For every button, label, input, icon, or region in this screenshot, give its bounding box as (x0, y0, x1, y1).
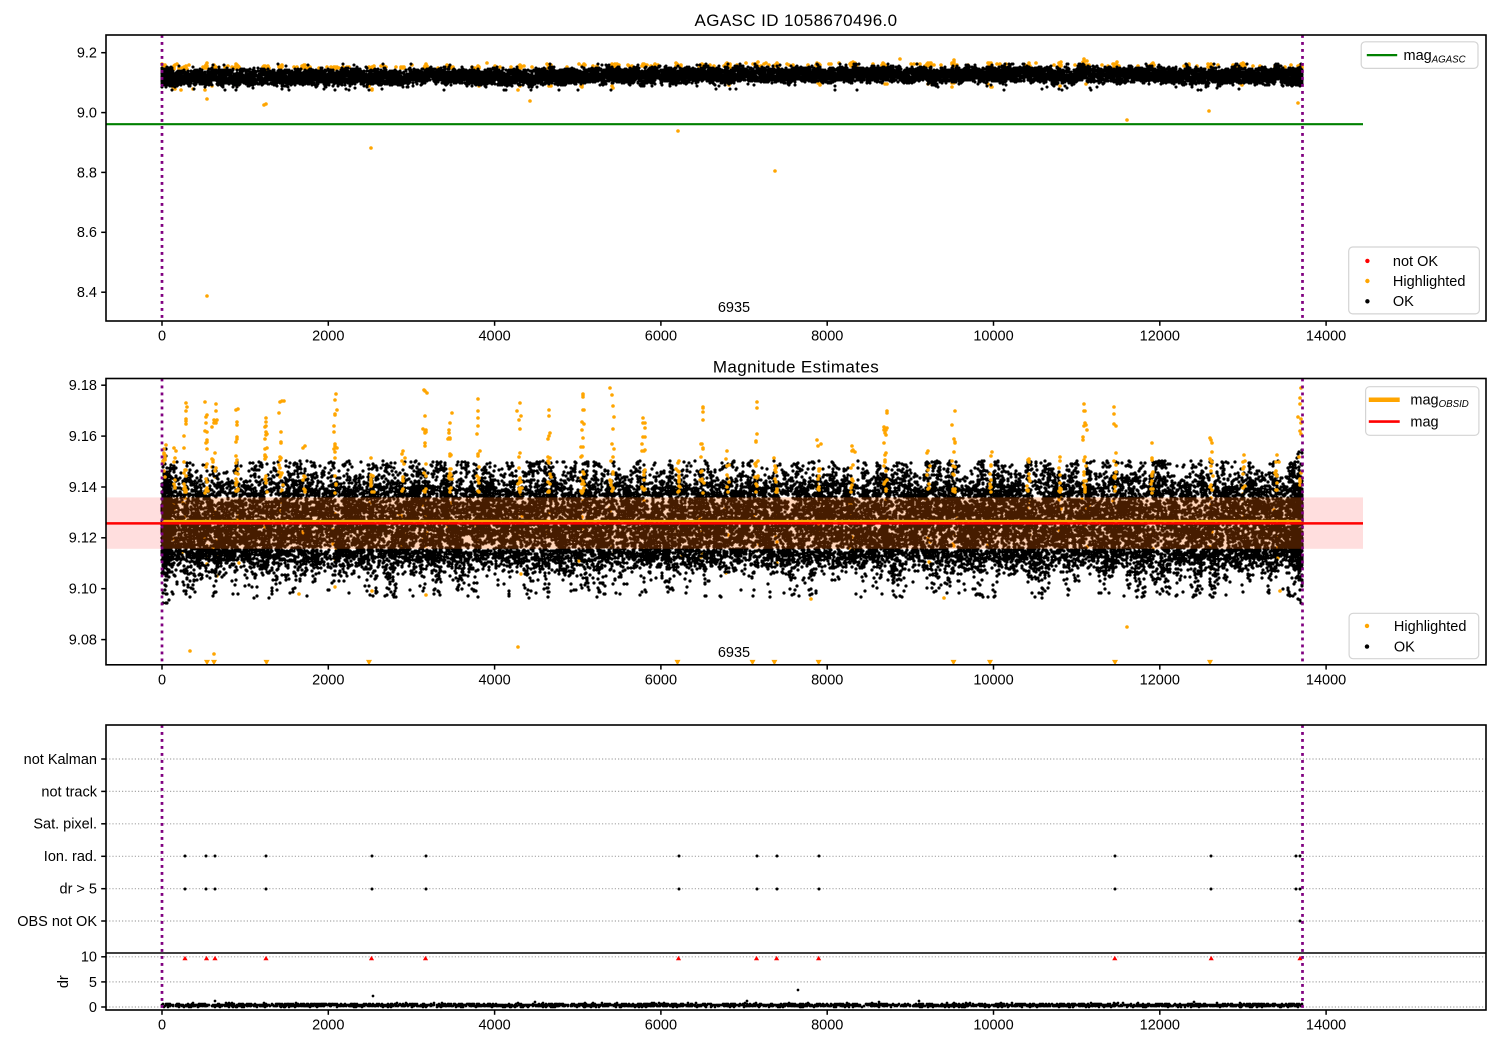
svg-text:OBS not OK: OBS not OK (17, 914, 97, 930)
svg-text:not track: not track (41, 784, 97, 800)
svg-text:9.18: 9.18 (69, 378, 97, 394)
svg-text:AGASC ID 1058670496.0: AGASC ID 1058670496.0 (694, 11, 897, 30)
svg-text:14000: 14000 (1306, 329, 1346, 345)
svg-text:dr > 5: dr > 5 (60, 882, 97, 898)
svg-text:12000: 12000 (1140, 329, 1180, 345)
svg-text:8000: 8000 (811, 329, 843, 345)
svg-text:2000: 2000 (312, 672, 344, 688)
svg-text:10000: 10000 (973, 1018, 1013, 1034)
svg-text:9.2: 9.2 (77, 46, 97, 62)
svg-text:0: 0 (158, 329, 166, 345)
svg-text:12000: 12000 (1140, 1018, 1180, 1034)
svg-text:9.12: 9.12 (69, 531, 97, 547)
svg-text:8.6: 8.6 (77, 225, 97, 241)
svg-text:9.10: 9.10 (69, 582, 97, 598)
svg-text:0: 0 (89, 1000, 97, 1016)
svg-text:OK: OK (1394, 640, 1415, 656)
svg-text:0: 0 (158, 1018, 166, 1034)
svg-text:4000: 4000 (478, 672, 510, 688)
svg-text:8.8: 8.8 (77, 165, 97, 181)
svg-text:10: 10 (81, 950, 97, 966)
svg-text:mag: mag (1410, 415, 1438, 431)
svg-text:8000: 8000 (811, 1018, 843, 1034)
svg-text:9.0: 9.0 (77, 106, 97, 122)
svg-text:10000: 10000 (973, 672, 1013, 688)
svg-text:12000: 12000 (1140, 672, 1180, 688)
svg-text:Sat. pixel.: Sat. pixel. (33, 817, 97, 833)
svg-text:Magnitude Estimates: Magnitude Estimates (713, 357, 879, 376)
svg-text:6000: 6000 (645, 329, 677, 345)
svg-text:not Kalman: not Kalman (24, 752, 97, 768)
svg-text:8000: 8000 (811, 672, 843, 688)
svg-text:not OK: not OK (1393, 254, 1438, 270)
svg-text:14000: 14000 (1306, 672, 1346, 688)
svg-text:5: 5 (89, 975, 97, 991)
svg-text:2000: 2000 (312, 329, 344, 345)
svg-text:4000: 4000 (478, 329, 510, 345)
svg-text:OK: OK (1393, 294, 1414, 310)
svg-text:dr: dr (56, 975, 72, 988)
svg-text:4000: 4000 (478, 1018, 510, 1034)
svg-text:9.08: 9.08 (69, 633, 97, 649)
svg-text:8.4: 8.4 (77, 285, 97, 301)
svg-text:6000: 6000 (645, 672, 677, 688)
svg-text:6935: 6935 (718, 300, 750, 316)
svg-text:2000: 2000 (312, 1018, 344, 1034)
svg-text:6000: 6000 (645, 1018, 677, 1034)
svg-text:9.14: 9.14 (69, 480, 97, 496)
svg-text:Ion. rad.: Ion. rad. (44, 849, 97, 865)
svg-text:14000: 14000 (1306, 1018, 1346, 1034)
svg-text:Highlighted: Highlighted (1394, 619, 1467, 635)
svg-text:0: 0 (158, 672, 166, 688)
svg-text:9.16: 9.16 (69, 429, 97, 445)
svg-text:6935: 6935 (718, 645, 750, 661)
svg-text:Highlighted: Highlighted (1393, 274, 1466, 290)
svg-text:10000: 10000 (973, 329, 1013, 345)
